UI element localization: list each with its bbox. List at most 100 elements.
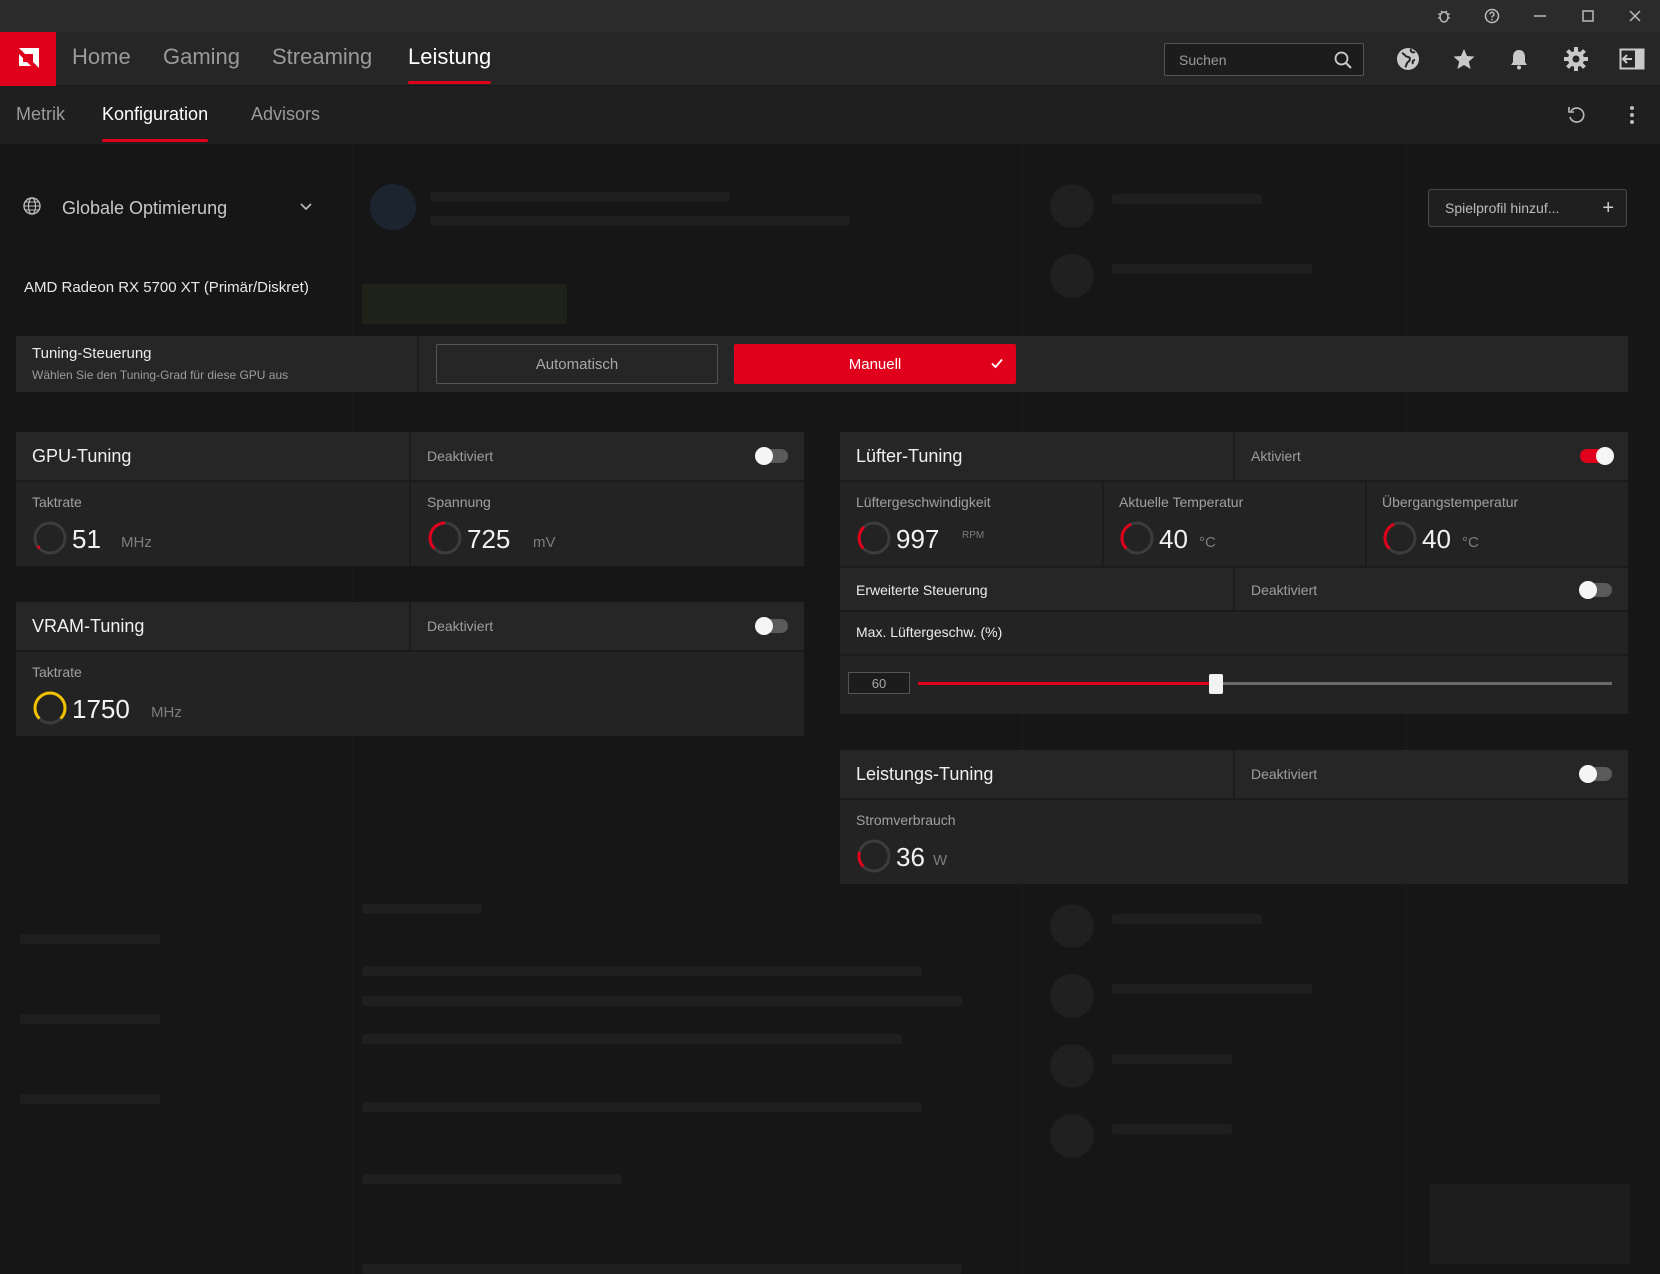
power-tuning-toggle[interactable] xyxy=(1579,765,1612,783)
gpu-clock-value: 51 xyxy=(72,524,101,554)
power-consumption-gauge xyxy=(857,839,891,873)
plus-icon: + xyxy=(1602,197,1614,219)
more-options-icon[interactable] xyxy=(1618,101,1646,129)
subtab-metrik[interactable]: Metrik xyxy=(16,104,65,125)
gpu-tuning-header: GPU-Tuning Deaktiviert xyxy=(16,432,804,482)
max-fan-speed-input[interactable]: 60 xyxy=(848,672,910,694)
max-fan-speed-slider-handle[interactable] xyxy=(1209,674,1223,694)
maximize-icon[interactable] xyxy=(1576,4,1600,28)
junction-temp-gauge xyxy=(1383,521,1417,555)
gpu-voltage-label: Spannung xyxy=(427,494,491,510)
power-tuning-card: Leistungs-Tuning Deaktiviert Stromverbra… xyxy=(840,750,1628,884)
gpu-tuning-toggle[interactable] xyxy=(755,447,788,465)
power-tuning-state: Deaktiviert xyxy=(1251,766,1318,782)
vram-tuning-header: VRAM-Tuning Deaktiviert xyxy=(16,602,804,652)
profile-selector[interactable]: Globale Optimierung xyxy=(22,194,322,222)
gpu-clock-gauge xyxy=(33,521,67,555)
active-subtab-underline xyxy=(102,139,209,142)
fan-speed-gauge xyxy=(857,521,891,555)
gpu-clock-label: Taktrate xyxy=(32,494,82,510)
bug-icon[interactable] xyxy=(1432,4,1456,28)
checkmark-icon xyxy=(990,356,1004,374)
active-tab-underline xyxy=(408,81,492,84)
current-temp-value: 40 xyxy=(1159,524,1188,554)
advanced-control-toggle[interactable] xyxy=(1579,581,1612,599)
profile-selector-label: Globale Optimierung xyxy=(62,197,228,218)
gpu-name: AMD Radeon RX 5700 XT (Primär/Diskret) xyxy=(24,279,309,296)
fan-tuning-card: Lüfter-Tuning Aktiviert Lüftergeschwindi… xyxy=(840,432,1628,714)
tuning-control-description: Wählen Sie den Tuning-Grad für diese GPU… xyxy=(32,368,289,382)
subtab-advisors[interactable]: Advisors xyxy=(251,104,320,125)
bell-icon[interactable] xyxy=(1505,45,1533,73)
advanced-control-state: Deaktiviert xyxy=(1251,582,1318,598)
search-icon[interactable] xyxy=(1333,50,1353,75)
add-game-profile-button[interactable]: Spielprofil hinzuf... + xyxy=(1428,189,1627,227)
nav-tab-gaming[interactable]: Gaming xyxy=(163,44,240,74)
sub-nav: Metrik Konfiguration Advisors xyxy=(0,86,1660,144)
automatic-button[interactable]: Automatisch xyxy=(436,344,718,384)
title-bar xyxy=(0,0,1660,32)
globe-icon xyxy=(22,196,42,221)
power-consumption-value: 36 xyxy=(896,842,925,872)
current-temp-gauge xyxy=(1120,521,1154,555)
junction-temp-unit: °C xyxy=(1462,534,1479,551)
advanced-control-row: Erweiterte Steuerung Deaktiviert xyxy=(840,568,1628,612)
vram-tuning-title: VRAM-Tuning xyxy=(32,616,145,636)
vram-clock-gauge xyxy=(33,691,67,725)
gpu-tuning-card: GPU-Tuning Deaktiviert Taktrate 51 MHz S… xyxy=(16,432,804,566)
advanced-control-label: Erweiterte Steuerung xyxy=(856,582,988,598)
current-temp-label: Aktuelle Temperatur xyxy=(1119,494,1244,510)
vram-clock-unit: MHz xyxy=(151,704,182,721)
gpu-tuning-state: Deaktiviert xyxy=(427,448,494,464)
current-temp-unit: °C xyxy=(1199,534,1216,551)
tuning-control-panel: Tuning-Steuerung Wählen Sie den Tuning-G… xyxy=(16,336,1628,392)
chevron-down-icon xyxy=(298,198,314,219)
fan-speed-unit: RPM xyxy=(962,530,985,541)
slider-track-empty xyxy=(1216,682,1612,685)
tuning-control-title: Tuning-Steuerung xyxy=(32,345,152,362)
vram-tuning-state: Deaktiviert xyxy=(427,618,494,634)
power-tuning-title: Leistungs-Tuning xyxy=(856,764,994,784)
globe-icon[interactable] xyxy=(1394,45,1422,73)
nav-tab-home[interactable]: Home xyxy=(72,44,131,74)
gpu-voltage-value: 725 xyxy=(467,524,511,554)
minimize-icon[interactable] xyxy=(1528,4,1552,28)
power-consumption-unit: W xyxy=(933,852,948,869)
search-box[interactable] xyxy=(1164,43,1364,76)
junction-temp-label: Übergangstemperatur xyxy=(1382,494,1519,510)
reset-icon[interactable] xyxy=(1562,101,1590,129)
power-consumption-label: Stromverbrauch xyxy=(856,812,956,828)
vram-tuning-toggle[interactable] xyxy=(755,617,788,635)
close-icon[interactable] xyxy=(1623,4,1647,28)
search-input[interactable] xyxy=(1179,44,1329,75)
junction-temp-value: 40 xyxy=(1422,524,1451,554)
subtab-konfiguration[interactable]: Konfiguration xyxy=(102,104,209,142)
star-icon[interactable] xyxy=(1450,45,1478,73)
fan-speed-label: Lüftergeschwindigkeit xyxy=(856,494,991,510)
slider-track-filled xyxy=(918,682,1216,685)
nav-tab-streaming[interactable]: Streaming xyxy=(272,44,372,74)
amd-logo[interactable] xyxy=(0,32,56,86)
gpu-voltage-unit: mV xyxy=(533,534,556,551)
vram-clock-label: Taktrate xyxy=(32,664,82,680)
gpu-tuning-title: GPU-Tuning xyxy=(32,446,132,466)
fan-tuning-state: Aktiviert xyxy=(1251,448,1301,464)
help-icon[interactable] xyxy=(1480,4,1504,28)
add-game-profile-label: Spielprofil hinzuf... xyxy=(1445,200,1560,216)
nav-tab-leistung[interactable]: Leistung xyxy=(408,44,492,84)
fan-speed-value: 997 xyxy=(896,524,940,554)
sidebar-toggle-icon[interactable] xyxy=(1618,45,1646,73)
fan-tuning-title: Lüfter-Tuning xyxy=(856,446,963,466)
fan-tuning-toggle[interactable] xyxy=(1580,447,1614,465)
gear-icon[interactable] xyxy=(1562,45,1590,73)
fan-tuning-header: Lüfter-Tuning Aktiviert xyxy=(840,432,1628,482)
vram-tuning-card: VRAM-Tuning Deaktiviert Taktrate 1750 MH… xyxy=(16,602,804,736)
manual-button[interactable]: Manuell xyxy=(734,344,1016,384)
gpu-voltage-gauge xyxy=(428,521,462,555)
vram-clock-value: 1750 xyxy=(72,694,130,724)
tuning-control-info: Tuning-Steuerung Wählen Sie den Tuning-G… xyxy=(16,336,419,392)
main-nav: Home Gaming Streaming Leistung xyxy=(0,32,1660,86)
max-fan-speed-label: Max. Lüftergeschw. (%) xyxy=(856,624,1003,640)
gpu-clock-unit: MHz xyxy=(121,534,152,551)
power-tuning-header: Leistungs-Tuning Deaktiviert xyxy=(840,750,1628,800)
